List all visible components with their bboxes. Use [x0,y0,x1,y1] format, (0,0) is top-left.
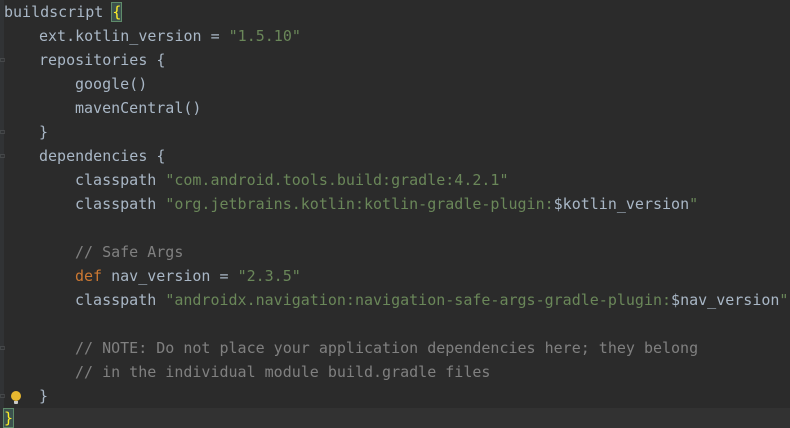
code-line-1[interactable]: buildscript { [4,0,790,24]
open-brace-highlight: { [111,2,123,22]
code-line-17[interactable]: } [4,384,790,408]
code-line-11[interactable]: // Safe Args [4,240,790,264]
code-line-10[interactable] [4,216,790,240]
safe-args-plugin-string: "androidx.navigation:navigation-safe-arg… [165,291,672,309]
comment-module-files: // in the individual module build.gradle… [75,363,491,381]
buildscript-keyword: buildscript [4,3,104,21]
kotlin-version-string: "1.5.10" [228,27,301,45]
code-line-9[interactable]: classpath "org.jetbrains.kotlin:kotlin-g… [4,192,790,216]
classpath-keyword: classpath [75,291,157,309]
code-line-5[interactable]: mavenCentral() [4,96,790,120]
nav-version-string: "2.3.5" [237,267,301,285]
code-line-2[interactable]: ext.kotlin_version = "1.5.10" [4,24,790,48]
code-line-16[interactable]: // in the individual module build.gradle… [4,360,790,384]
code-line-13[interactable]: classpath "androidx.navigation:navigatio… [4,288,790,312]
code-line-15[interactable]: // NOTE: Do not place your application d… [4,336,790,360]
assign-operator: = [210,267,238,285]
kotlin-plugin-string: "org.jetbrains.kotlin:kotlin-gradle-plug… [165,195,554,213]
maven-central-call: mavenCentral() [75,99,202,117]
nav-version-key: nav_version [102,267,211,285]
code-editor[interactable]: buildscript { ext.kotlin_version = "1.5.… [0,0,790,428]
code-line-12[interactable]: def nav_version = "2.3.5" [4,264,790,288]
kotlin-version-variable: $kotlin_version [553,195,690,213]
assign-operator: = [201,27,229,45]
classpath-keyword: classpath [75,171,157,189]
code-line-14[interactable] [4,312,790,336]
dependencies-block: dependencies { [39,147,166,165]
code-line-3[interactable]: repositories { [4,48,790,72]
string-end-quote: " [779,291,789,309]
comment-note: // NOTE: Do not place your application d… [75,339,699,357]
def-keyword: def [75,267,103,285]
repositories-block: repositories { [39,51,166,69]
google-call: google() [75,75,148,93]
code-line-6[interactable]: } [4,120,790,144]
close-brace-highlight: } [2,408,15,428]
classpath-keyword: classpath [75,195,157,213]
comment-safe-args: // Safe Args [75,243,184,261]
code-line-4[interactable]: google() [4,72,790,96]
code-line-8[interactable]: classpath "com.android.tools.build:gradl… [4,168,790,192]
string-end-quote: " [689,195,699,213]
close-brace: } [39,123,49,141]
gradle-plugin-string: "com.android.tools.build:gradle:4.2.1" [165,171,509,189]
close-brace: } [39,387,49,405]
nav-version-variable: $nav_version [671,291,780,309]
ext-kotlin-version-key: ext.kotlin_version [39,27,202,45]
code-line-18[interactable]: } [2,408,790,428]
code-line-7[interactable]: dependencies { [4,144,790,168]
